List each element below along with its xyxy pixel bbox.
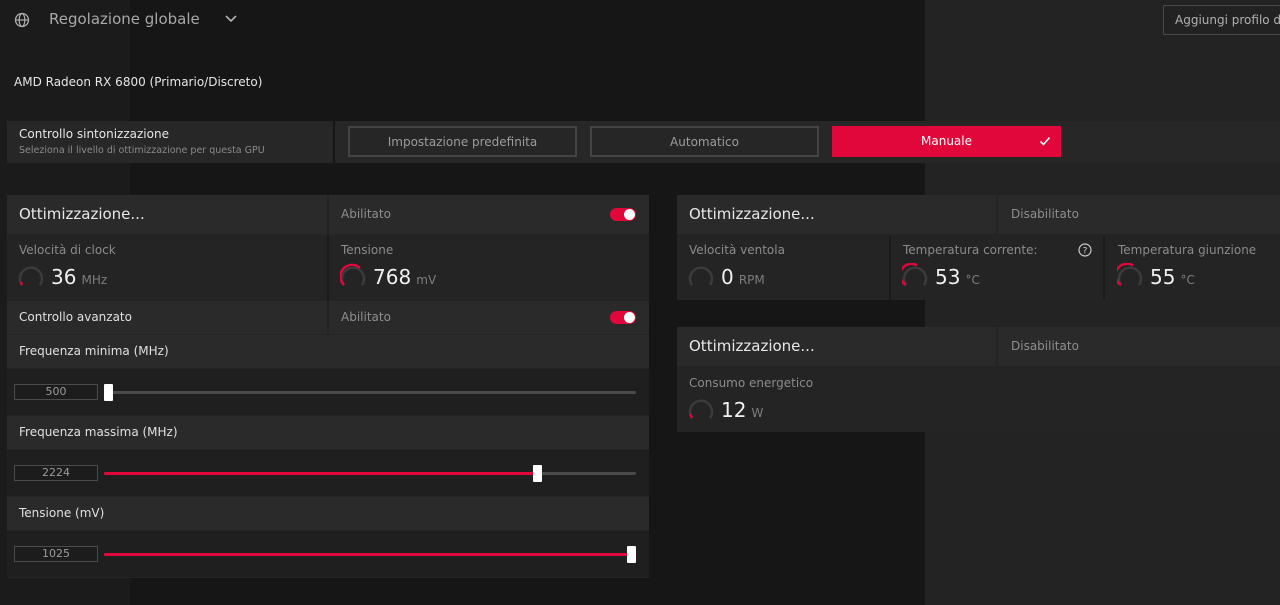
mode-default-button[interactable]: Impostazione predefinita [348, 126, 577, 157]
chevron-down-icon[interactable] [224, 14, 238, 24]
clock-gauge-icon [18, 266, 44, 286]
junction-temp-gauge-icon [1117, 263, 1143, 287]
advanced-control-label: Controllo avanzato [19, 310, 132, 324]
power-gauge-icon [688, 399, 714, 419]
clock-speed-label: Velocità di clock [19, 243, 116, 257]
advanced-control-state: Abilitato [341, 310, 391, 324]
current-temp-unit: °C [965, 273, 980, 287]
help-icon[interactable]: ? [1078, 243, 1092, 257]
advanced-control-toggle[interactable] [610, 311, 636, 324]
fan-speed-label: Velocità ventola [689, 243, 785, 257]
mode-manual-button[interactable]: Manuale [832, 126, 1061, 157]
svg-text:?: ? [1083, 247, 1088, 257]
tuning-control-title: Controllo sintonizzazione [19, 127, 169, 141]
junction-temp-readout: 55 °C [1150, 265, 1195, 289]
tuning-control-label: Controllo sintonizzazione Seleziona il l… [7, 121, 333, 163]
min-frequency-input[interactable]: 500 [14, 384, 98, 400]
current-temp-value: 53 [935, 265, 961, 289]
voltage-value: 768 [373, 265, 412, 289]
power-tuning-title: Ottimizzazione... [689, 337, 815, 355]
voltage-limit-label: Tensione (mV) [19, 506, 105, 520]
fan-gauge-icon [688, 266, 714, 286]
junction-temp-value: 55 [1150, 265, 1176, 289]
min-frequency-track[interactable] [104, 391, 636, 394]
fan-speed-value: 0 [721, 265, 734, 289]
tuning-control-description: Seleziona il livello di ottimizzazione p… [19, 145, 265, 156]
power-tuning-state: Disabilitato [1011, 339, 1079, 353]
max-frequency-label: Frequenza massima (MHz) [19, 425, 178, 439]
voltage-gauge-icon [340, 263, 366, 286]
gpu-name: AMD Radeon RX 6800 (Primario/Discreto) [14, 75, 263, 89]
power-consumption-value: 12 [721, 398, 747, 422]
current-temp-readout: 53 °C [935, 265, 980, 289]
clock-speed-unit: MHz [81, 273, 108, 287]
add-profile-button[interactable]: Aggiungi profilo di... [1163, 5, 1280, 35]
clock-speed-readout: 36 MHz [51, 265, 107, 289]
gpu-tuning-state: Abilitato [341, 207, 391, 221]
gpu-tuning-toggle[interactable] [610, 208, 636, 221]
min-frequency-label: Frequenza minima (MHz) [19, 344, 169, 358]
background-right [925, 0, 1280, 605]
divider [327, 236, 329, 300]
power-consumption-unit: W [751, 406, 764, 420]
min-frequency-thumb[interactable] [104, 384, 113, 401]
fan-speed-readout: 0 RPM [721, 265, 765, 289]
mode-automatic-button[interactable]: Automatico [590, 126, 819, 157]
globe-icon[interactable] [14, 12, 30, 28]
power-consumption-readout: 12 W [721, 398, 763, 422]
current-temp-gauge-icon [902, 263, 928, 287]
max-frequency-thumb[interactable] [533, 465, 542, 482]
voltage-unit: mV [416, 273, 437, 287]
voltage-limit-fill [104, 553, 632, 556]
gpu-tuning-title: Ottimizzazione... [19, 205, 145, 223]
max-frequency-fill [104, 472, 538, 475]
junction-temp-unit: °C [1180, 273, 1195, 287]
voltage-label: Tensione [341, 243, 394, 257]
divider [889, 236, 891, 300]
voltage-readout: 768 mV [373, 265, 436, 289]
max-frequency-input[interactable]: 2224 [14, 465, 98, 481]
power-consumption-label: Consumo energetico [689, 376, 814, 390]
current-temp-label: Temperatura corrente: [903, 243, 1038, 257]
profile-title[interactable]: Regolazione globale [49, 10, 200, 28]
voltage-limit-input[interactable]: 1025 [14, 546, 98, 562]
divider [1103, 236, 1105, 300]
clock-speed-value: 36 [51, 265, 77, 289]
junction-temp-label: Temperatura giunzione [1118, 243, 1257, 257]
voltage-limit-thumb[interactable] [627, 546, 636, 563]
fan-tuning-state: Disabilitato [1011, 207, 1079, 221]
mode-manual-label: Manuale [921, 134, 972, 148]
fan-tuning-title: Ottimizzazione... [689, 205, 815, 223]
fan-speed-unit: RPM [738, 273, 765, 287]
check-icon [1039, 136, 1051, 146]
